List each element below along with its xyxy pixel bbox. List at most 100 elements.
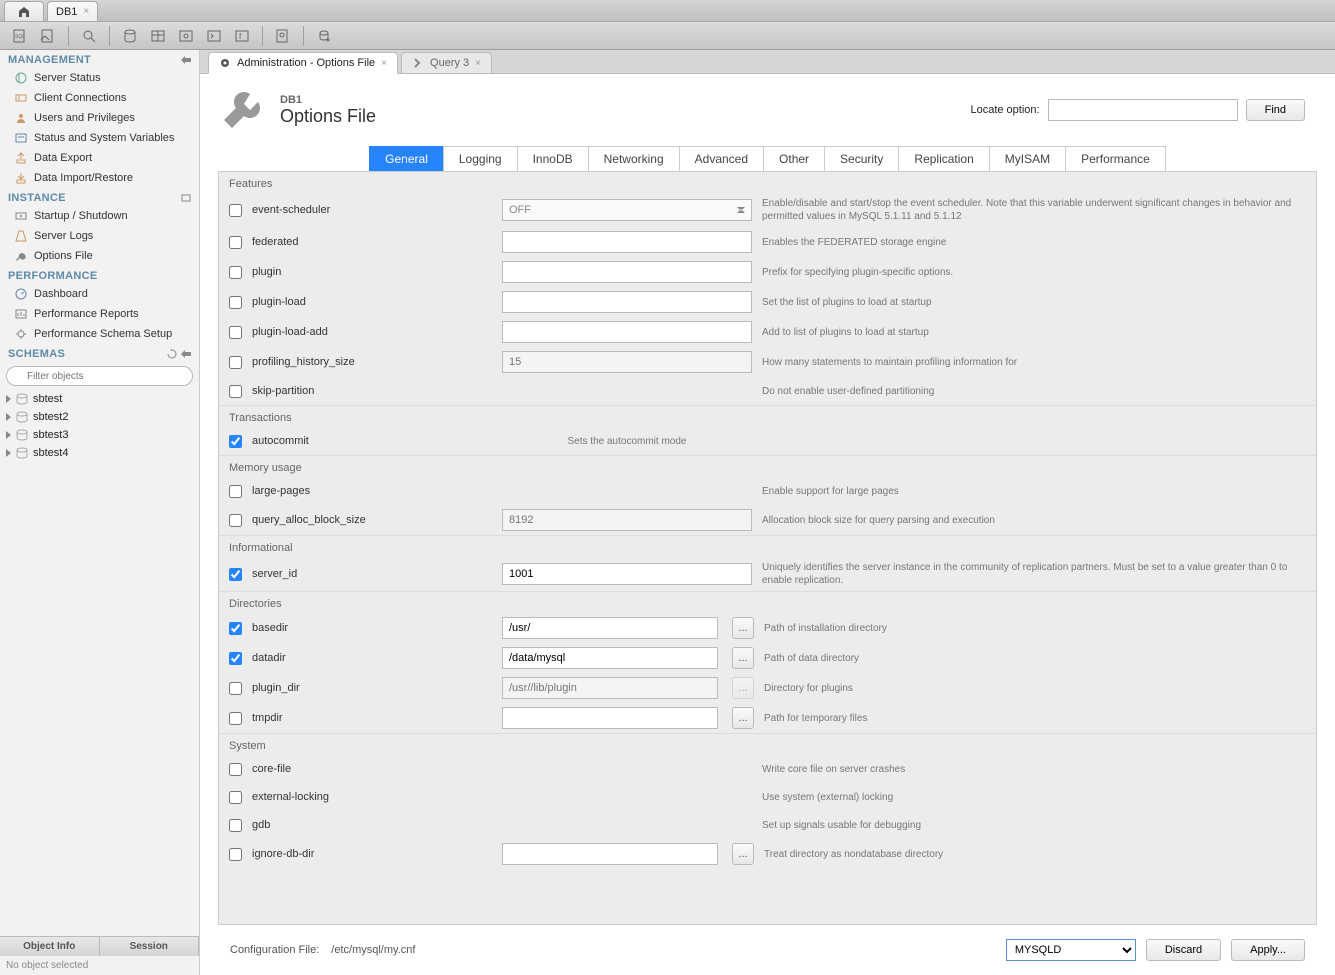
tab-security[interactable]: Security — [824, 146, 899, 172]
database-icon — [15, 392, 29, 406]
plugin-load-checkbox[interactable] — [229, 296, 242, 309]
apply-button[interactable]: Apply... — [1231, 939, 1305, 961]
tab-query3[interactable]: Query 3 × — [401, 52, 492, 74]
options-file-icon — [14, 249, 28, 263]
tab-session[interactable]: Session — [100, 937, 200, 956]
find-button[interactable]: Find — [1246, 99, 1305, 121]
tab-performance[interactable]: Performance — [1065, 146, 1166, 172]
open-sql-button[interactable] — [36, 25, 60, 47]
sidebar-item-data-import[interactable]: Data Import/Restore — [0, 168, 199, 188]
new-sql-button[interactable]: SQL — [8, 25, 32, 47]
home-tab[interactable] — [4, 1, 44, 21]
option-desc: How many statements to maintain profilin… — [762, 356, 1306, 369]
sidebar-item-server-status[interactable]: Server Status — [0, 68, 199, 88]
tab-networking[interactable]: Networking — [588, 146, 680, 172]
schema-item[interactable]: sbtest4 — [0, 444, 199, 462]
sidebar-item-perf-schema-setup[interactable]: Performance Schema Setup — [0, 324, 199, 344]
gdb-checkbox[interactable] — [229, 819, 242, 832]
option-row-skip-partition: skip-partitionDo not enable user-defined… — [219, 377, 1316, 405]
sidebar-item-server-logs[interactable]: Server Logs — [0, 226, 199, 246]
external-locking-checkbox[interactable] — [229, 791, 242, 804]
status-sysvars-icon — [14, 131, 28, 145]
tab-innodb[interactable]: InnoDB — [517, 146, 589, 172]
sidebar-item-perf-reports[interactable]: Performance Reports — [0, 304, 199, 324]
tab-other[interactable]: Other — [763, 146, 825, 172]
sidebar-item-users-privileges[interactable]: Users and Privileges — [0, 108, 199, 128]
basedir-browse-button[interactable]: ... — [732, 617, 754, 639]
schema-item[interactable]: sbtest3 — [0, 426, 199, 444]
db-create-button[interactable] — [118, 25, 142, 47]
option-label: large-pages — [252, 485, 492, 497]
sidebar-item-startup-shutdown[interactable]: Startup / Shutdown — [0, 206, 199, 226]
close-icon[interactable]: × — [381, 58, 387, 69]
basedir-checkbox[interactable] — [229, 622, 242, 635]
query_alloc_block_size-checkbox[interactable] — [229, 514, 242, 527]
section-select[interactable]: MYSQLD — [1006, 939, 1136, 961]
tab-admin-options[interactable]: Administration - Options File × — [208, 52, 398, 74]
tab-advanced[interactable]: Advanced — [679, 146, 764, 172]
func-create-button[interactable]: f — [230, 25, 254, 47]
schema-item[interactable]: sbtest — [0, 390, 199, 408]
basedir-input[interactable] — [502, 617, 718, 639]
expand-icon[interactable] — [181, 55, 191, 65]
plugin_dir-checkbox[interactable] — [229, 682, 242, 695]
sidebar-item-client-connections[interactable]: Client Connections — [0, 88, 199, 108]
connection-tab[interactable]: DB1 × — [47, 1, 98, 21]
datadir-checkbox[interactable] — [229, 652, 242, 665]
plugin-input[interactable] — [502, 261, 752, 283]
sidebar-item-status-sysvars[interactable]: Status and System Variables — [0, 128, 199, 148]
option-label: plugin — [252, 266, 492, 278]
schema-item[interactable]: sbtest2 — [0, 408, 199, 426]
expand-icon[interactable] — [181, 349, 191, 359]
ignore-db-dir-input[interactable] — [502, 843, 718, 865]
event-scheduler-checkbox[interactable] — [229, 204, 242, 217]
server_id-input[interactable] — [502, 563, 752, 585]
group-header: System — [219, 733, 1316, 755]
locate-input[interactable] — [1048, 99, 1238, 121]
ignore-db-dir-browse-button[interactable]: ... — [732, 843, 754, 865]
core-file-checkbox[interactable] — [229, 763, 242, 776]
autocommit-checkbox[interactable] — [229, 435, 242, 448]
event-scheduler-select[interactable]: OFF — [502, 199, 752, 221]
discard-button[interactable]: Discard — [1146, 939, 1221, 961]
ignore-db-dir-checkbox[interactable] — [229, 848, 242, 861]
plugin-load-input[interactable] — [502, 291, 752, 313]
inspector-button[interactable] — [77, 25, 101, 47]
table-create-button[interactable] — [146, 25, 170, 47]
plugin-checkbox[interactable] — [229, 266, 242, 279]
tab-general[interactable]: General — [369, 146, 444, 172]
close-icon[interactable]: × — [475, 58, 481, 69]
search-button[interactable] — [271, 25, 295, 47]
view-create-button[interactable] — [174, 25, 198, 47]
tab-object-info[interactable]: Object Info — [0, 937, 100, 956]
schema-filter-input[interactable] — [6, 366, 193, 386]
skip-partition-checkbox[interactable] — [229, 385, 242, 398]
federated-input[interactable] — [502, 231, 752, 253]
server_id-checkbox[interactable] — [229, 568, 242, 581]
plugin-load-add-checkbox[interactable] — [229, 326, 242, 339]
proc-create-button[interactable] — [202, 25, 226, 47]
tmpdir-browse-button[interactable]: ... — [732, 707, 754, 729]
tab-replication[interactable]: Replication — [898, 146, 989, 172]
client-connections-icon — [14, 91, 28, 105]
tab-logging[interactable]: Logging — [443, 146, 518, 172]
tmpdir-input[interactable] — [502, 707, 718, 729]
tmpdir-checkbox[interactable] — [229, 712, 242, 725]
plugin-load-add-input[interactable] — [502, 321, 752, 343]
sidebar-item-dashboard[interactable]: Dashboard — [0, 284, 199, 304]
triangle-right-icon — [6, 449, 11, 457]
dashboard-icon — [14, 287, 28, 301]
sidebar-item-data-export[interactable]: Data Export — [0, 148, 199, 168]
datadir-input[interactable] — [502, 647, 718, 669]
sidebar-item-label: Options File — [34, 250, 93, 262]
option-desc: Uniquely identifies the server instance … — [762, 561, 1306, 587]
datadir-browse-button[interactable]: ... — [732, 647, 754, 669]
tab-myisam[interactable]: MyISAM — [989, 146, 1066, 172]
close-icon[interactable]: × — [83, 6, 89, 17]
sidebar-item-options-file[interactable]: Options File — [0, 246, 199, 266]
reconnect-button[interactable] — [312, 25, 336, 47]
large-pages-checkbox[interactable] — [229, 485, 242, 498]
refresh-icon[interactable] — [167, 349, 177, 359]
profiling_history_size-checkbox[interactable] — [229, 356, 242, 369]
federated-checkbox[interactable] — [229, 236, 242, 249]
